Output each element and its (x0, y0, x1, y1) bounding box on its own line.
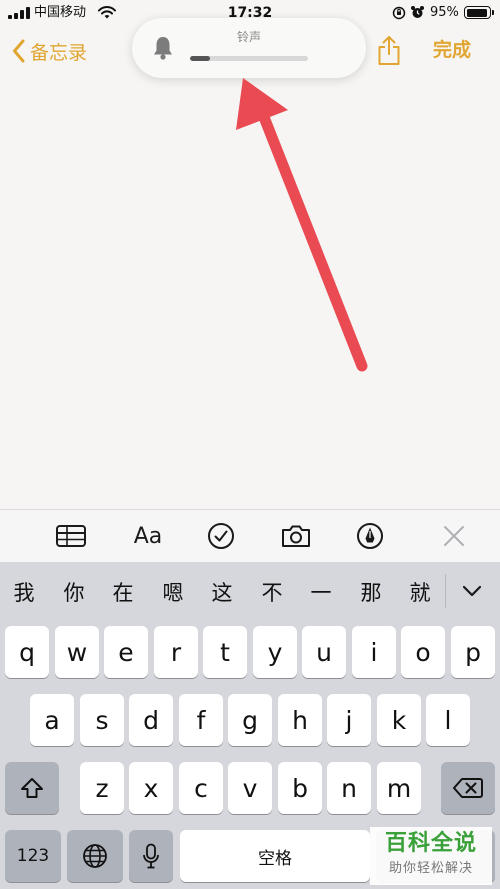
backspace-key[interactable] (441, 762, 495, 814)
key-v[interactable]: v (228, 762, 272, 814)
markup-pen-icon (357, 523, 383, 549)
key-f[interactable]: f (179, 694, 223, 746)
key-z[interactable]: z (80, 762, 124, 814)
candidate-word[interactable]: 在 (103, 579, 143, 607)
candidate-word[interactable]: 你 (54, 579, 94, 607)
close-button[interactable] (438, 522, 470, 550)
expand-candidates-button[interactable] (455, 576, 489, 606)
done-button[interactable]: 完成 (433, 38, 471, 62)
close-icon (444, 526, 464, 546)
camera-button[interactable] (280, 522, 312, 550)
key-s[interactable]: s (80, 694, 124, 746)
key-o[interactable]: o (401, 626, 445, 678)
candidate-word[interactable]: 那 (351, 579, 391, 607)
key-a[interactable]: a (30, 694, 74, 746)
volume-label: 铃声 (236, 30, 261, 44)
microphone-key[interactable] (129, 830, 173, 882)
battery-icon (464, 6, 494, 19)
key-p[interactable]: p (451, 626, 495, 678)
key-g[interactable]: g (228, 694, 272, 746)
shift-icon (21, 778, 43, 798)
key-k[interactable]: k (377, 694, 421, 746)
shift-key[interactable] (5, 762, 59, 814)
key-q[interactable]: q (5, 626, 49, 678)
globe-key[interactable] (67, 830, 123, 882)
orientation-lock-icon (392, 6, 406, 20)
watermark-subtitle: 助你轻松解决 (388, 861, 473, 876)
checklist-icon (208, 523, 234, 549)
candidate-word[interactable]: 这 (202, 579, 242, 607)
watermark: 百科全说 助你轻松解决 (370, 827, 492, 885)
volume-hud: 铃声 (132, 18, 366, 78)
text-format-icon: Aa (133, 523, 163, 549)
key-d[interactable]: d (129, 694, 173, 746)
table-button[interactable] (55, 522, 87, 550)
volume-level-fill (190, 56, 211, 61)
volume-slider (190, 56, 308, 61)
globe-icon (83, 844, 107, 868)
alarm-icon (411, 6, 424, 18)
camera-icon (282, 525, 310, 547)
key-y[interactable]: y (253, 626, 297, 678)
key-b[interactable]: b (278, 762, 322, 814)
key-m[interactable]: m (377, 762, 421, 814)
candidate-divider (445, 574, 446, 608)
candidate-word[interactable]: 不 (252, 579, 292, 607)
candidate-word[interactable]: 就 (400, 579, 440, 607)
space-key[interactable]: 空格 (180, 830, 370, 882)
chevron-left-icon (13, 39, 25, 63)
key-e[interactable]: e (104, 626, 148, 678)
share-icon[interactable] (376, 34, 402, 66)
key-n[interactable]: n (327, 762, 371, 814)
candidate-word[interactable]: 嗯 (153, 579, 193, 607)
back-button[interactable]: 备忘录 (12, 36, 87, 66)
keyboard-toolbar: Aa (0, 509, 500, 562)
microphone-icon (143, 843, 159, 869)
candidate-word[interactable]: 我 (4, 579, 44, 607)
candidate-word[interactable]: 一 (301, 579, 341, 607)
checklist-button[interactable] (205, 522, 237, 550)
text-format-button[interactable]: Aa (132, 522, 164, 550)
bell-icon (154, 37, 172, 60)
numbers-key[interactable]: 123 (5, 830, 61, 882)
watermark-title: 百科全说 (384, 831, 477, 856)
key-l[interactable]: l (426, 694, 470, 746)
key-x[interactable]: x (129, 762, 173, 814)
back-label: 备忘录 (30, 41, 88, 64)
chevron-down-icon (462, 585, 482, 597)
candidate-bar: 我 你 在 嗯 这 不 一 那 就 (0, 562, 500, 622)
key-c[interactable]: c (179, 762, 223, 814)
table-icon (56, 525, 86, 547)
key-r[interactable]: r (154, 626, 198, 678)
key-i[interactable]: i (352, 626, 396, 678)
key-j[interactable]: j (327, 694, 371, 746)
key-h[interactable]: h (278, 694, 322, 746)
backspace-icon (453, 778, 483, 798)
battery-percent: 95% (430, 5, 459, 20)
markup-button[interactable] (354, 522, 386, 550)
key-w[interactable]: w (55, 626, 99, 678)
key-u[interactable]: u (302, 626, 346, 678)
key-t[interactable]: t (203, 626, 247, 678)
